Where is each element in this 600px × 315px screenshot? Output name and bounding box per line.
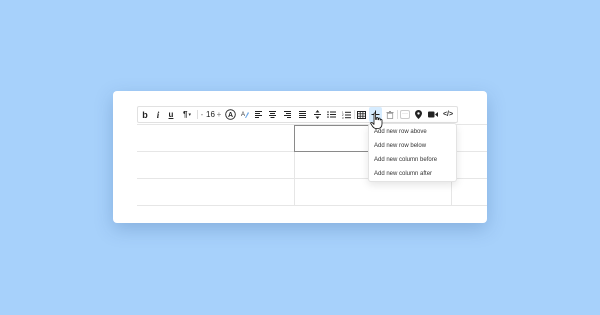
add-column-after-item[interactable]: Add new column after	[374, 171, 432, 177]
paragraph-format-button[interactable]: ¶ ▾	[179, 107, 195, 122]
bullet-list-icon[interactable]	[326, 107, 337, 122]
line-height-icon[interactable]	[312, 107, 322, 122]
table-icon[interactable]	[356, 107, 367, 122]
more-icon: ···	[400, 110, 410, 119]
align-right-icon[interactable]	[282, 107, 292, 122]
toolbar-separator	[354, 110, 355, 119]
svg-text:A: A	[228, 112, 233, 119]
add-column-before-item[interactable]: Add new column before	[374, 157, 437, 163]
align-justify-icon[interactable]	[297, 107, 307, 122]
highlight-color-icon[interactable]: A	[238, 107, 251, 122]
code-view-button[interactable]: </>	[441, 107, 455, 122]
table-delete-icon[interactable]	[384, 107, 395, 122]
table-row-divider	[137, 205, 487, 206]
italic-button[interactable]: i	[153, 107, 163, 122]
toolbar-separator	[197, 110, 198, 119]
svg-text:A: A	[241, 112, 245, 118]
svg-text:3: 3	[342, 115, 344, 118]
location-pin-icon[interactable]	[413, 107, 423, 122]
align-center-icon[interactable]	[267, 107, 277, 122]
chevron-down-icon: ▾	[188, 111, 191, 118]
numbered-list-icon[interactable]: 123	[341, 107, 352, 122]
selected-table-cell[interactable]	[294, 125, 370, 152]
video-icon[interactable]	[427, 107, 439, 122]
add-row-below-item[interactable]: Add new row below	[374, 143, 426, 149]
font-size-increase-button[interactable]: +	[216, 107, 222, 122]
text-color-icon[interactable]: A	[224, 107, 237, 122]
toolbar-separator	[397, 110, 398, 119]
font-size-value[interactable]: 16	[205, 107, 216, 122]
hand-pointer-icon	[370, 112, 384, 135]
table-column-divider	[451, 178, 452, 206]
align-left-icon[interactable]	[253, 107, 263, 122]
bold-button[interactable]: b	[140, 107, 150, 122]
editor-toolbar: b i u ¶ ▾ - 16 + A A 123 ··· </>	[137, 106, 458, 123]
paragraph-icon: ¶	[183, 110, 188, 119]
underline-button[interactable]: u	[166, 107, 176, 122]
more-options-button[interactable]: ···	[399, 107, 411, 122]
